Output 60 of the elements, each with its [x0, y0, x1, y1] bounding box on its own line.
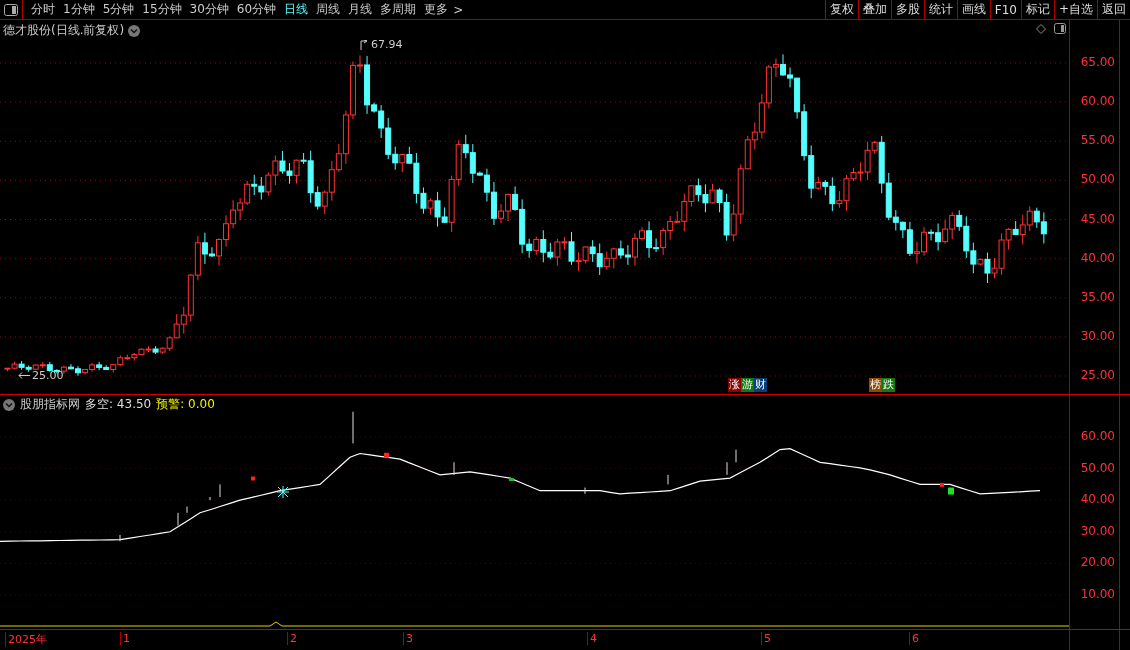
- alert-value: 预警: 0.00: [156, 396, 215, 413]
- period-tab[interactable]: 日线: [280, 1, 313, 18]
- period-tab[interactable]: 分时: [27, 1, 59, 18]
- date-axis-label: 3: [403, 632, 413, 645]
- toolbar-button[interactable]: 统计: [923, 0, 957, 19]
- toolbar-button[interactable]: 多股: [890, 0, 924, 19]
- pointer-arrow-icon: [360, 39, 368, 50]
- toolbar-button[interactable]: 画线: [956, 0, 990, 19]
- dropdown-icon[interactable]: [3, 398, 15, 411]
- event-tag[interactable]: 游: [741, 378, 754, 392]
- indicator-axis-label: 60.00: [1080, 429, 1115, 443]
- date-axis-label: 4: [587, 632, 597, 645]
- price-axis-label: 25.00: [1080, 368, 1115, 382]
- price-axis-label: 60.00: [1080, 94, 1115, 109]
- indicator-axis-label: 40.00: [1080, 492, 1115, 507]
- indicator-value: 多空: 43.50: [85, 396, 152, 413]
- period-tab[interactable]: 60分钟: [232, 1, 281, 18]
- panel-icon[interactable]: [4, 3, 18, 16]
- indicator-axis-label: 10.00: [1080, 587, 1115, 601]
- price-axis-label: 40.00: [1080, 250, 1115, 265]
- more-caret[interactable]: >: [453, 2, 464, 17]
- indicator-axis-label: 30.00: [1080, 523, 1115, 538]
- date-axis-label: 2025年: [5, 632, 47, 647]
- price-axis-label: 55.00: [1080, 133, 1115, 148]
- toolbar-button[interactable]: 标记: [1020, 0, 1054, 19]
- toolbar-button[interactable]: 复权: [824, 0, 858, 19]
- toolbar-button[interactable]: +自选: [1053, 0, 1097, 19]
- left-arrow-icon: [18, 372, 30, 379]
- toolbar-button[interactable]: 叠加: [857, 0, 891, 19]
- event-tag[interactable]: 涨: [728, 378, 741, 392]
- dropdown-icon[interactable]: [128, 24, 141, 37]
- panel-icon[interactable]: [1054, 23, 1067, 34]
- period-tab[interactable]: 周线: [312, 1, 345, 18]
- period-tab[interactable]: 15分钟: [138, 1, 186, 18]
- date-axis-label: 2: [287, 632, 297, 645]
- price-axis-label: 35.00: [1080, 289, 1115, 304]
- indicator-axis-label: 50.00: [1080, 460, 1115, 475]
- period-tab[interactable]: 5分钟: [98, 1, 139, 18]
- price-axis-label: 45.00: [1080, 211, 1115, 226]
- high-price-marker: 67.94: [371, 38, 403, 51]
- event-tag[interactable]: 榜: [869, 378, 882, 392]
- event-tag[interactable]: 跌: [882, 378, 895, 392]
- price-axis-label: 30.00: [1080, 328, 1115, 343]
- period-tab[interactable]: 30分钟: [185, 1, 233, 18]
- toolbar-button[interactable]: F10: [989, 0, 1021, 19]
- chart-title: 德才股份(日线.前复权): [3, 22, 125, 39]
- indicator-name: 股朋指标网: [20, 396, 80, 413]
- event-tag[interactable]: 财: [754, 378, 767, 392]
- period-tab[interactable]: 多周期: [376, 1, 421, 18]
- indicator-axis-label: 20.00: [1080, 555, 1115, 570]
- date-axis-label: 6: [909, 632, 919, 645]
- toolbar-button[interactable]: 返回: [1097, 0, 1130, 19]
- period-tab[interactable]: 月线: [344, 1, 377, 18]
- date-axis-label: 5: [761, 632, 771, 645]
- period-tab[interactable]: 1分钟: [59, 1, 99, 18]
- low-price-marker: 25.00: [32, 369, 64, 382]
- date-axis-label: 1: [120, 632, 130, 645]
- price-axis-label: 50.00: [1080, 172, 1115, 187]
- price-axis-label: 65.00: [1080, 55, 1115, 69]
- period-tab[interactable]: 更多: [420, 1, 453, 18]
